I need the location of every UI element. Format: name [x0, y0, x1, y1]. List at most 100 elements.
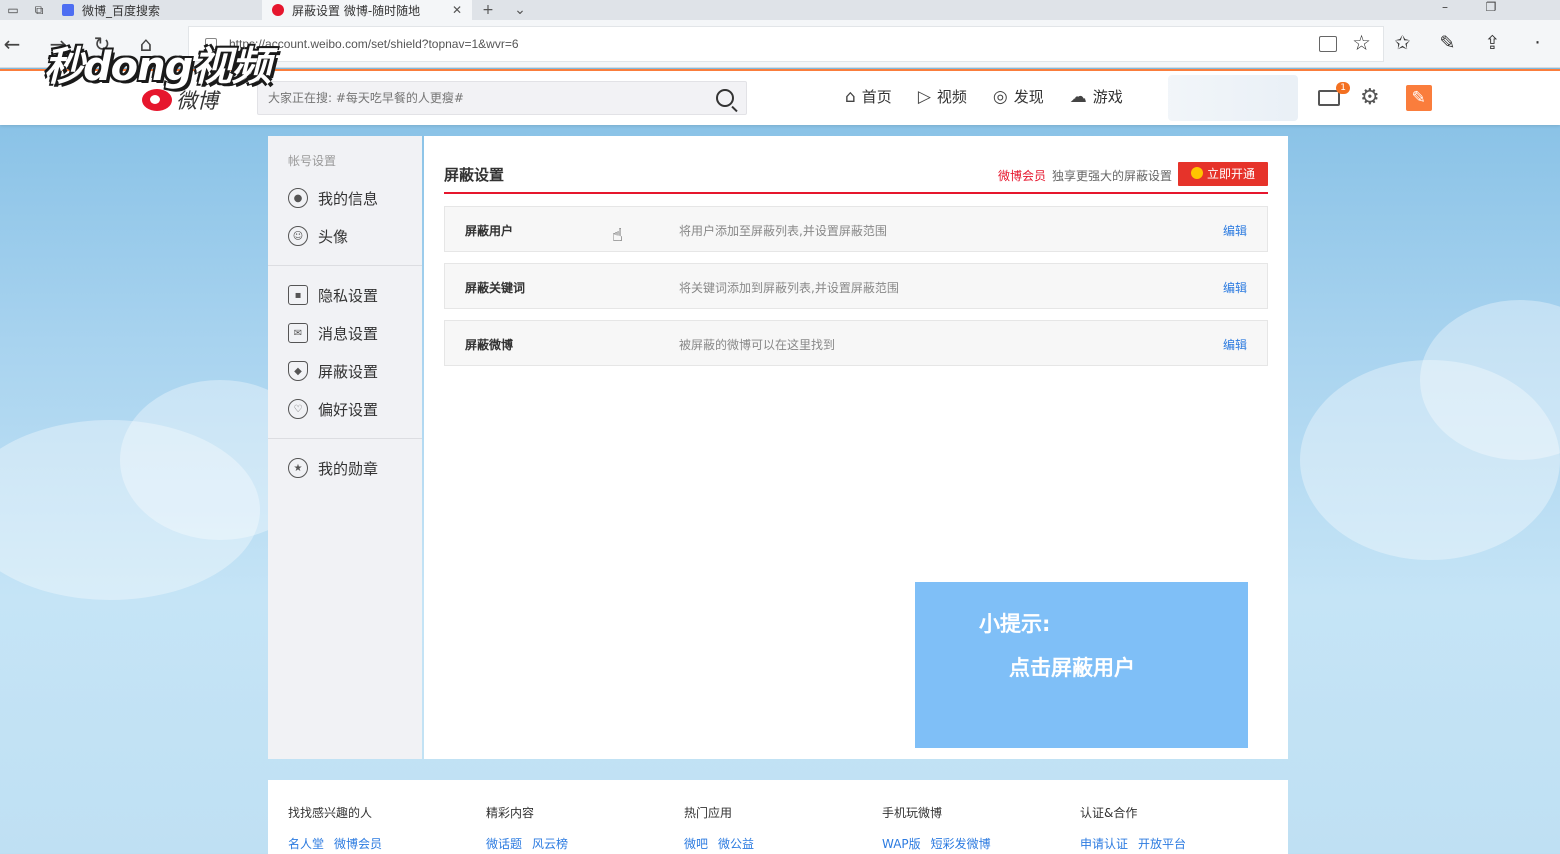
edit-link[interactable]: 编辑: [1223, 336, 1247, 353]
footer-column-title: 找找感兴趣的人: [288, 806, 373, 820]
nav-label: 发现: [1013, 88, 1044, 106]
search-icon[interactable]: [716, 89, 734, 107]
reading-view-icon[interactable]: [1319, 36, 1337, 52]
minimize-icon[interactable]: –: [1422, 0, 1468, 20]
footer-link[interactable]: 风云榜: [532, 835, 568, 852]
new-tab-icon[interactable]: +: [472, 0, 504, 20]
tutorial-tip-overlay: 小提示: 点击屏蔽用户: [915, 582, 1248, 748]
nav-label: 视频: [936, 88, 967, 106]
browser-tab[interactable]: 微博_百度搜索: [52, 0, 262, 20]
footer-link[interactable]: 名人堂: [288, 835, 324, 852]
home-icon: ⌂: [845, 86, 856, 107]
more-icon[interactable]: ·: [1515, 28, 1560, 58]
medal-icon: ★: [288, 458, 308, 478]
settings-sidebar: 帐号设置 ● 我的信息 ☺ 头像 ▪ 隐私设置 ✉ 消息设置 ◆ 屏蔽设置 ♡ …: [268, 136, 422, 759]
footer-column: 认证&合作 申请认证 开放平台: [1080, 804, 1186, 852]
video-watermark: 秒dong视频: [44, 44, 271, 90]
tab-list-chevron-icon[interactable]: ⌄: [504, 0, 536, 20]
site-footer: 找找感兴趣的人 名人堂 微博会员 精彩内容 微话题 风云榜 热门应用 微吧 微公…: [268, 780, 1288, 854]
lock-icon: ▪: [288, 285, 308, 305]
nav-label: 游戏: [1092, 88, 1123, 106]
sidebar-item-label: 我的勋章: [318, 459, 379, 478]
sidebar-item-messages[interactable]: ✉ 消息设置: [268, 314, 422, 352]
weibo-eye-icon: [142, 89, 172, 111]
sidebar-item-label: 屏蔽设置: [318, 362, 379, 381]
crown-icon: [1190, 167, 1203, 179]
footer-link[interactable]: 申请认证: [1080, 835, 1128, 852]
footer-link[interactable]: 微话题: [486, 835, 522, 852]
mail-icon[interactable]: 1: [1318, 82, 1350, 106]
sidebar-item-privacy[interactable]: ▪ 隐私设置: [268, 276, 422, 314]
shield-settings-panel: 屏蔽设置 微博会员 独享更强大的屏蔽设置 立即开通 屏蔽用户 ☝ 将用户添加至屏蔽…: [424, 136, 1288, 759]
footer-link[interactable]: 微博会员: [334, 835, 382, 852]
footer-link[interactable]: 微公益: [718, 835, 754, 852]
sidebar-item-avatar[interactable]: ☺ 头像: [268, 217, 422, 255]
edit-link[interactable]: 编辑: [1223, 279, 1247, 296]
header-actions: 1 ⚙ ✎: [1318, 82, 1432, 111]
blurred-user-profile[interactable]: [1168, 75, 1298, 121]
edit-link[interactable]: 编辑: [1223, 222, 1247, 239]
nav-label: 首页: [861, 88, 892, 106]
row-description: 将用户添加至屏蔽列表,并设置屏蔽范围: [679, 224, 887, 238]
maximize-icon[interactable]: ❐: [1468, 0, 1514, 20]
footer-link[interactable]: 微吧: [684, 835, 708, 852]
vip-button-label: 立即开通: [1206, 167, 1255, 181]
row-description: 被屏蔽的微博可以在这里找到: [679, 338, 836, 352]
share-icon[interactable]: ⇪: [1470, 28, 1515, 58]
video-icon: ▷: [917, 86, 931, 107]
browser-right-tools: ✩ ✎ ⇪ ·: [1380, 28, 1560, 58]
activate-vip-button[interactable]: 立即开通: [1178, 162, 1268, 186]
footer-link[interactable]: 开放平台: [1138, 835, 1186, 852]
nav-discover[interactable]: ◎ 发现: [993, 86, 1044, 107]
window-controls: – ❐: [1422, 0, 1560, 20]
sidebar-item-my-info[interactable]: ● 我的信息: [268, 179, 422, 217]
mail-badge: 1: [1336, 82, 1350, 94]
tab-title: 屏蔽设置 微博-随时随地: [292, 3, 421, 18]
footer-column-title: 认证&合作: [1080, 806, 1138, 820]
shield-icon: ◆: [288, 361, 308, 381]
nav-video[interactable]: ▷ 视频: [918, 86, 967, 107]
avatar-icon: ☺: [288, 226, 308, 246]
url-text[interactable]: https://account.weibo.com/set/shield?top…: [229, 37, 519, 51]
footer-link[interactable]: WAP版: [882, 835, 921, 852]
close-tab-icon[interactable]: ✕: [452, 3, 462, 17]
shield-row-users: 屏蔽用户 ☝ 将用户添加至屏蔽列表,并设置屏蔽范围 编辑: [444, 206, 1268, 252]
vip-promo: 微博会员 独享更强大的屏蔽设置: [998, 167, 1172, 184]
nav-home[interactable]: ⌂ 首页: [845, 86, 892, 107]
tip-body: 点击屏蔽用户: [1009, 656, 1135, 680]
sidebar-item-label: 我的信息: [318, 189, 379, 208]
shield-row-posts: 屏蔽微博 被屏蔽的微博可以在这里找到 编辑: [444, 320, 1268, 366]
browser-tab-active[interactable]: 屏蔽设置 微博-随时随地 ✕: [262, 0, 472, 20]
main-nav: ⌂ 首页 ▷ 视频 ◎ 发现 ☁ 游戏: [845, 86, 1123, 107]
window-menu-icon[interactable]: ▭: [0, 0, 26, 20]
vip-link[interactable]: 微博会员: [998, 169, 1046, 183]
footer-link[interactable]: 短彩发微博: [931, 835, 991, 852]
tip-title: 小提示:: [979, 612, 1051, 636]
tab-actions-icon[interactable]: ⧉: [26, 0, 52, 20]
pen-icon[interactable]: ✎: [1425, 28, 1470, 58]
sidebar-item-label: 偏好设置: [318, 400, 379, 419]
compose-icon[interactable]: ✎: [1405, 85, 1432, 111]
gear-icon[interactable]: ⚙: [1360, 87, 1380, 109]
nav-games[interactable]: ☁ 游戏: [1070, 86, 1123, 107]
message-icon: ✉: [288, 323, 308, 343]
address-bar[interactable]: https://account.weibo.com/set/shield?top…: [188, 26, 1384, 62]
page-title: 屏蔽设置: [444, 166, 505, 184]
vip-note-text: 独享更强大的屏蔽设置: [1051, 169, 1172, 183]
search-box: [257, 81, 747, 115]
favorite-star-icon[interactable]: ☆: [1352, 31, 1371, 55]
row-name: 屏蔽用户: [465, 224, 514, 238]
window-close-icon[interactable]: [1514, 0, 1560, 20]
footer-column-title: 热门应用: [684, 806, 733, 820]
footer-column: 找找感兴趣的人 名人堂 微博会员: [288, 804, 382, 852]
shield-row-keywords: 屏蔽关键词 将关键词添加到屏蔽列表,并设置屏蔽范围 编辑: [444, 263, 1268, 309]
sidebar-item-shield[interactable]: ◆ 屏蔽设置: [268, 352, 422, 390]
search-input[interactable]: [268, 91, 716, 105]
sidebar-item-label: 隐私设置: [318, 286, 379, 305]
sidebar-item-medals[interactable]: ★ 我的勋章: [268, 449, 422, 487]
favorites-hub-icon[interactable]: ✩: [1380, 28, 1425, 58]
back-icon[interactable]: ←: [0, 32, 24, 56]
sidebar-item-preferences[interactable]: ♡ 偏好设置: [268, 390, 422, 428]
user-icon: ●: [288, 188, 308, 208]
gamepad-icon: ☁: [1069, 86, 1087, 107]
